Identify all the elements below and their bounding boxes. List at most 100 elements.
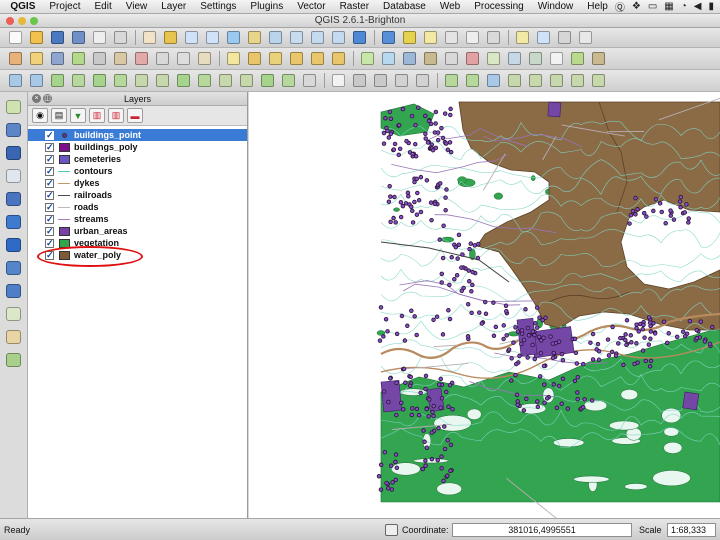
digitize-f-icon[interactable] (547, 72, 566, 89)
layer-visibility-checkbox[interactable]: ✓ (45, 130, 54, 140)
paste-features-icon[interactable] (195, 50, 214, 67)
rotate-point-symbols-icon[interactable] (300, 72, 319, 89)
menu-edit[interactable]: Edit (88, 1, 119, 12)
show-labels-icon[interactable] (266, 50, 285, 67)
zoom-window-icon[interactable] (30, 17, 38, 25)
csw-icon[interactable] (329, 72, 348, 89)
merge-attributes-icon[interactable] (279, 72, 298, 89)
field-calculator-icon[interactable] (484, 29, 503, 46)
zoom-in-icon[interactable] (182, 29, 201, 46)
new-shapefile-icon[interactable] (568, 50, 587, 67)
layer-visibility-checkbox[interactable]: ✓ (45, 214, 54, 224)
add-postgis-layer-icon[interactable] (4, 144, 24, 162)
split-features-icon[interactable] (216, 72, 235, 89)
new-print-composer-icon[interactable] (90, 29, 109, 46)
new-project-icon[interactable] (6, 29, 25, 46)
add-wfs-layer-icon[interactable] (4, 259, 24, 277)
map-tips-icon[interactable] (513, 29, 532, 46)
map-canvas[interactable] (249, 92, 720, 518)
menu-processing[interactable]: Processing (467, 1, 530, 12)
add-wcs-layer-icon[interactable] (4, 236, 24, 254)
layer-visibility-checkbox[interactable]: ✓ (45, 178, 54, 188)
composer-manager-icon[interactable] (111, 29, 130, 46)
panel-float-icon[interactable]: ◫ (43, 94, 52, 103)
layer-visibility-checkbox[interactable]: ✓ (45, 142, 54, 152)
new-bookmark-icon[interactable] (534, 29, 553, 46)
move-feature-icon[interactable] (90, 50, 109, 67)
add-raster-layer-icon[interactable] (4, 121, 24, 139)
save-edits-icon[interactable] (48, 50, 67, 67)
layer-visibility-checkbox[interactable]: ✓ (45, 154, 54, 164)
layer-visibility-checkbox[interactable]: ✓ (45, 202, 54, 212)
plugin-c-icon[interactable] (392, 72, 411, 89)
attribute-table-icon[interactable] (463, 29, 482, 46)
digitize-d-icon[interactable] (505, 72, 524, 89)
app-menu[interactable]: QGIS (3, 1, 42, 12)
fill-ring-icon[interactable] (111, 72, 130, 89)
remove-layer-icon[interactable]: ▬ (127, 108, 143, 123)
delete-part-icon[interactable] (153, 72, 172, 89)
menu-window[interactable]: Window (531, 1, 581, 12)
save-project-icon[interactable] (48, 29, 67, 46)
spaces-icon[interactable]: ▦ (664, 1, 673, 12)
menu-database[interactable]: Database (376, 1, 433, 12)
zoom-to-selection-icon[interactable] (245, 29, 264, 46)
add-delimited-text-icon[interactable] (547, 50, 566, 67)
coordinate-toggle-icon[interactable] (385, 523, 398, 536)
add-raster-layer-icon[interactable] (379, 50, 398, 67)
select-features-icon[interactable] (400, 29, 419, 46)
menu-settings[interactable]: Settings (193, 1, 243, 12)
show-bookmarks-icon[interactable] (555, 29, 574, 46)
layer-visibility-checkbox[interactable]: ✓ (45, 238, 54, 248)
delete-selected-icon[interactable] (132, 50, 151, 67)
pan-to-selection-icon[interactable] (161, 29, 180, 46)
node-tool-icon[interactable] (111, 50, 130, 67)
add-wms-layer-icon[interactable] (484, 50, 503, 67)
zoom-out-icon[interactable] (203, 29, 222, 46)
filter-icon[interactable]: ▼ (70, 108, 86, 123)
add-postgis-layer-icon[interactable] (400, 50, 419, 67)
merge-features-icon[interactable] (258, 72, 277, 89)
gps-tools-icon[interactable] (4, 328, 24, 346)
menu-project[interactable]: Project (42, 1, 87, 12)
digitize-g-icon[interactable] (568, 72, 587, 89)
split-parts-icon[interactable] (237, 72, 256, 89)
layer-visibility-checkbox[interactable]: ✓ (45, 166, 54, 176)
copy-features-icon[interactable] (174, 50, 193, 67)
zoom-next-icon[interactable] (329, 29, 348, 46)
coordinate-field[interactable]: 381016,4995551 (452, 522, 632, 537)
screen-icon[interactable]: ▭ (648, 1, 657, 12)
new-shapefile-icon[interactable] (4, 305, 24, 323)
zoom-full-icon[interactable] (224, 29, 243, 46)
pan-icon[interactable] (140, 29, 159, 46)
layer-item-dykes[interactable]: ✓ dykes (28, 177, 247, 189)
menu-web[interactable]: Web (433, 1, 467, 12)
menu-raster[interactable]: Raster (333, 1, 376, 12)
close-window-icon[interactable] (6, 17, 14, 25)
qgis-tray-icon[interactable]: Ⓠ (615, 0, 625, 13)
add-vector-layer-icon[interactable] (4, 98, 24, 116)
reshape-features-icon[interactable] (174, 72, 193, 89)
digitize-h-icon[interactable] (589, 72, 608, 89)
digitize-e-icon[interactable] (526, 72, 545, 89)
delete-ring-icon[interactable] (132, 72, 151, 89)
menu-layer[interactable]: Layer (154, 1, 193, 12)
save-as-icon[interactable] (69, 29, 88, 46)
digitize-c-icon[interactable] (484, 72, 503, 89)
open-project-icon[interactable] (27, 29, 46, 46)
menu-view[interactable]: View (119, 1, 155, 12)
layer-item-roads[interactable]: ✓ roads (28, 201, 247, 213)
layer-item-buildings-poly[interactable]: ✓ buildings_poly (28, 141, 247, 153)
plugin-a-icon[interactable] (350, 72, 369, 89)
undo-icon[interactable] (6, 72, 25, 89)
menu-help[interactable]: Help (580, 1, 615, 12)
cut-features-icon[interactable] (153, 50, 172, 67)
minimize-window-icon[interactable] (18, 17, 26, 25)
add-wcs-layer-icon[interactable] (505, 50, 524, 67)
layer-item-buildings-point[interactable]: ✓ buildings_point (28, 129, 247, 141)
pin-labels-icon[interactable] (245, 50, 264, 67)
offset-curve-icon[interactable] (195, 72, 214, 89)
layer-item-urban-areas[interactable]: ✓ urban_areas (28, 225, 247, 237)
digitize-b-icon[interactable] (463, 72, 482, 89)
text-annotation-icon[interactable] (576, 29, 595, 46)
